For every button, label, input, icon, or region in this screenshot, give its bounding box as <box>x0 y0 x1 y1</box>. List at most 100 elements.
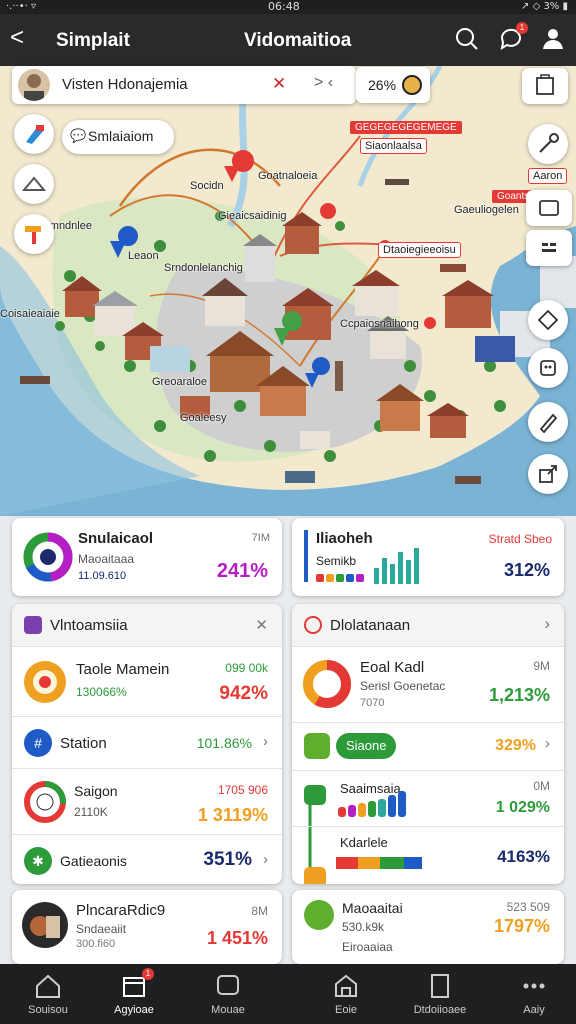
status-pill[interactable]: Siaone <box>336 733 397 759</box>
chevron-right-icon: › <box>545 735 550 752</box>
list-item[interactable]: ✱ Gatieaonis 351% › <box>12 834 282 884</box>
coin-icon <box>24 661 66 703</box>
simulation-card[interactable]: Snulaicaol Maoaitaaa 11.09.610 7IM 241% <box>12 518 282 596</box>
bottom-right-card[interactable]: Maoaaitai 530.k9k Eiroaaiaa 523 509 1797… <box>292 890 564 964</box>
home-icon <box>36 974 60 998</box>
card-unit: 7IM <box>251 532 270 544</box>
nav-item-documents[interactable]: Dtdoiioaee <box>392 964 488 1024</box>
build-tool-button[interactable] <box>14 214 54 254</box>
zoom-percent[interactable]: 26% <box>356 67 430 103</box>
clear-search-button[interactable]: ✕ <box>272 74 286 94</box>
brush-button[interactable] <box>528 402 568 442</box>
chat-icon: 💬 <box>70 128 87 143</box>
list-item-top: 1705 906 <box>217 783 268 797</box>
map-red-banner: GEGEGEGEGEMEGE <box>350 121 462 134</box>
list-item-top: 9M <box>533 659 550 673</box>
card-tag: Stratd Sbeo <box>488 532 552 546</box>
list-item-title: Gatieaonis <box>60 853 127 869</box>
right-list-card: Dlolatanaan › Eoal Kadl Serisl Goenetac … <box>292 604 564 884</box>
list-item-value: 1,213% <box>488 685 550 705</box>
nav-item-calendar[interactable]: 1 Agyioae <box>86 964 182 1024</box>
route-tool-button[interactable] <box>14 164 54 204</box>
emoji-icon <box>402 75 422 95</box>
list-item-sub: 130066% <box>76 685 127 699</box>
nav-item-store[interactable]: Eoie <box>298 964 394 1024</box>
notification-button[interactable]: 1 <box>498 22 528 52</box>
share-icon <box>539 465 557 483</box>
card-unit: 523 509 <box>506 900 550 914</box>
list-item-value: 101.86% <box>196 735 252 751</box>
nav-item-home[interactable]: Souisou <box>0 964 96 1024</box>
back-button[interactable]: < <box>10 26 24 50</box>
list-item[interactable]: Kdarlele 4163% <box>292 826 564 884</box>
tools-button[interactable] <box>528 124 568 164</box>
map-label: Ccpaiosnaihong <box>340 318 419 330</box>
search-nav-arrows[interactable]: > ‹ <box>314 74 333 92</box>
list-item-sub2: 7070 <box>360 697 385 709</box>
avatar <box>18 69 50 101</box>
card-date: 11.09.610 <box>78 570 127 582</box>
chevron-right-icon: › <box>263 851 268 868</box>
map-red-tag[interactable]: Siaonlaalsa <box>360 138 427 154</box>
search-input[interactable]: Visten Hdonajemia <box>62 76 188 93</box>
list-item-value: 1 029% <box>495 799 550 816</box>
card-value: 1797% <box>493 916 550 936</box>
grid-icon <box>304 733 330 759</box>
layers-button[interactable] <box>526 230 572 266</box>
search-bar[interactable]: Visten Hdonajemia ✕ > ‹ <box>12 66 356 104</box>
store-button[interactable] <box>522 68 568 104</box>
market-card[interactable]: Iliaoheh Semikb Stratd Sbeo 312% <box>292 518 564 596</box>
card-subtitle: Semikb <box>316 554 357 568</box>
list-item[interactable]: Saaimsaia 0M 1 029% <box>292 770 564 884</box>
search-icon[interactable] <box>454 26 480 52</box>
list-item[interactable]: # Station 101.86% › <box>12 716 282 768</box>
list-item-value: 4163% <box>497 847 550 866</box>
list-header: Vlntoamsiia ✕ <box>12 604 282 646</box>
badge-button[interactable] <box>528 300 568 340</box>
store-icon <box>335 974 357 997</box>
list-item-sub: 2110K <box>74 805 108 819</box>
robot-button[interactable] <box>528 348 568 388</box>
map-red-tag[interactable]: Dtaoiegieeoisu <box>378 242 461 258</box>
card-value: 1 451% <box>206 928 268 948</box>
list-item-title: Taole Mamein <box>76 661 170 678</box>
brush-icon <box>539 413 558 434</box>
nav-item-chat[interactable]: Mouae <box>180 964 276 1024</box>
close-button[interactable]: ✕ <box>255 616 268 634</box>
list-item-value: 1 3119% <box>197 805 268 825</box>
list-item-value: 942% <box>219 683 268 704</box>
share-button[interactable] <box>528 454 568 494</box>
hammer-icon <box>25 226 41 244</box>
city-map[interactable]: 💬 Smlaiaiom Goatnaloeia Gieaicsaidinig S… <box>0 66 576 516</box>
paint-tool-button[interactable] <box>14 114 54 154</box>
list-item[interactable]: Saigon 2110K 1705 906 1 3119% <box>12 768 282 834</box>
nav-label: Agyioae <box>114 1004 154 1016</box>
list-item[interactable]: Siaone 329% › <box>292 722 564 770</box>
status-time: 06:48 <box>268 0 300 13</box>
list-item[interactable]: Taole Mamein 130066% 099 00k 942% <box>12 646 282 716</box>
left-list-card: Vlntoamsiia ✕ Taole Mamein 130066% 099 0… <box>12 604 282 884</box>
list-item-title: Kdarlele <box>340 835 388 850</box>
list-item-value: 329% <box>495 737 536 754</box>
chevron-right-icon[interactable]: › <box>544 614 550 634</box>
map-label: Greoaraloe <box>152 376 208 388</box>
robot-icon <box>540 360 556 376</box>
wallet-button[interactable] <box>526 190 572 226</box>
profile-icon[interactable] <box>540 26 566 52</box>
notification-badge: 1 <box>516 22 528 34</box>
product-thumbnail <box>22 902 68 948</box>
shield-icon <box>537 309 559 331</box>
map-red-tag[interactable]: Aaron <box>528 168 568 184</box>
map-chip[interactable]: 💬 Smlaiaiom <box>62 120 174 154</box>
wallet-icon <box>539 200 559 216</box>
card-title: PlncaraRdic9 <box>76 902 166 919</box>
list-header-title: Vlntoamsiia <box>50 617 128 634</box>
nav-item-more[interactable]: Aaiy <box>486 964 576 1024</box>
mini-bar-chart <box>374 548 419 584</box>
more-icon <box>523 983 545 989</box>
card-title: Maoaaitai <box>342 900 403 916</box>
card-subtitle: 530.k9k <box>342 920 385 934</box>
list-item[interactable]: Eoal Kadl Serisl Goenetac 7070 9M 1,213% <box>292 646 564 722</box>
status-right: ↗ ◇ 3% ▮ <box>521 1 568 12</box>
bottom-left-card[interactable]: PlncaraRdic9 Sndaeaiit 300.fi60 8M 1 451… <box>12 890 282 964</box>
